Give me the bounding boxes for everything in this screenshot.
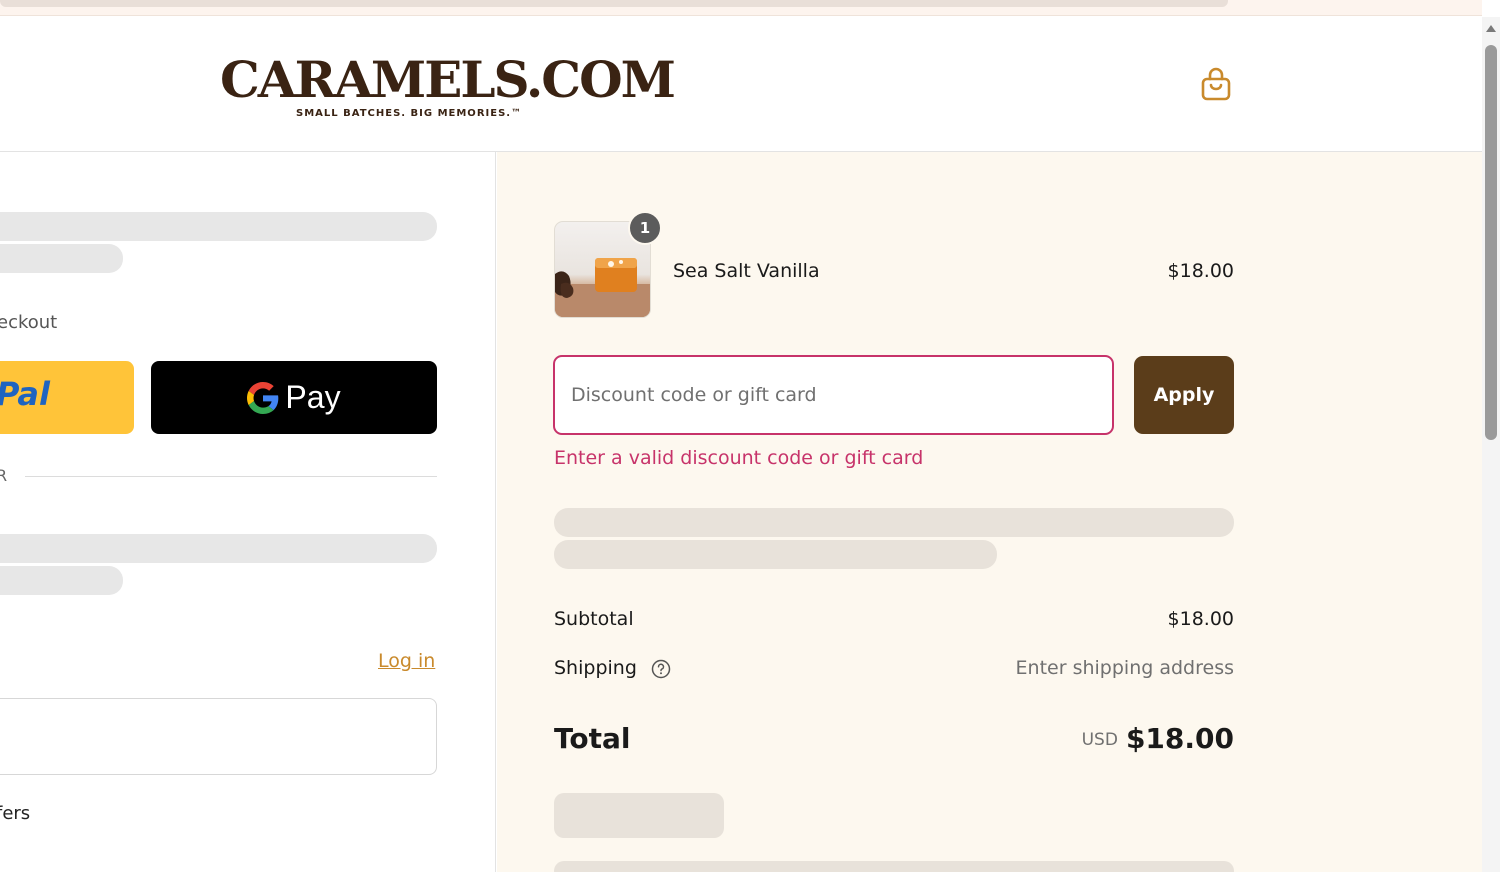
paypal-button[interactable]: Pal	[0, 361, 134, 434]
subtotal-label: Subtotal	[554, 608, 634, 630]
or-divider-text: R	[0, 466, 8, 485]
page-scrollbar[interactable]	[1482, 17, 1500, 872]
browser-top-strip	[0, 0, 1482, 16]
email-offers-label: fers	[0, 803, 31, 824]
total-currency: USD	[1081, 730, 1118, 750]
total-value: USD $18.00	[1082, 722, 1234, 755]
google-pay-button[interactable]: Pay	[151, 361, 437, 434]
scroll-up-arrow-icon[interactable]	[1486, 25, 1496, 32]
skeleton-line	[0, 566, 123, 595]
google-g-icon	[247, 381, 279, 414]
skeleton-line	[0, 244, 123, 273]
help-circle-icon[interactable]	[651, 659, 671, 679]
logo-wordmark: CARAMELS.COM	[220, 50, 676, 109]
logo-tagline: SMALL BATCHES. BIG MEMORIES.™	[296, 108, 523, 119]
shopping-bag-icon[interactable]	[1199, 67, 1233, 103]
skeleton-line	[554, 861, 1234, 872]
site-header: CARAMELS.COM SMALL BATCHES. BIG MEMORIES…	[0, 17, 1482, 152]
gpay-label: Pay	[285, 379, 341, 415]
top-loading-bar	[0, 0, 1228, 7]
contact-input[interactable]	[0, 698, 437, 775]
total-amount: $18.00	[1125, 722, 1234, 755]
subtotal-value: $18.00	[1167, 608, 1234, 630]
skeleton-line	[0, 534, 437, 563]
quantity-badge: 1	[628, 211, 662, 245]
login-link[interactable]: Log in	[378, 650, 435, 672]
brand-logo[interactable]: CARAMELS.COM SMALL BATCHES. BIG MEMORIES…	[220, 47, 676, 127]
discount-code-input[interactable]	[553, 355, 1114, 435]
skeleton-line	[0, 212, 437, 241]
total-label: Total	[554, 722, 631, 755]
scroll-thumb[interactable]	[1485, 45, 1497, 440]
skeleton-block	[554, 793, 724, 838]
skeleton-line	[554, 540, 997, 569]
skeleton-line	[554, 508, 1234, 537]
product-name: Sea Salt Vanilla	[673, 260, 820, 282]
shipping-value: Enter shipping address	[1015, 657, 1234, 679]
shipping-row: Shipping	[554, 657, 671, 679]
express-checkout-label: eckout	[0, 312, 58, 333]
divider-line	[25, 476, 437, 477]
discount-error-message: Enter a valid discount code or gift card	[554, 447, 924, 469]
apply-discount-button[interactable]: Apply	[1134, 356, 1234, 434]
shipping-label: Shipping	[554, 657, 637, 679]
product-price: $18.00	[1167, 260, 1234, 282]
paypal-label: Pal	[0, 375, 50, 413]
